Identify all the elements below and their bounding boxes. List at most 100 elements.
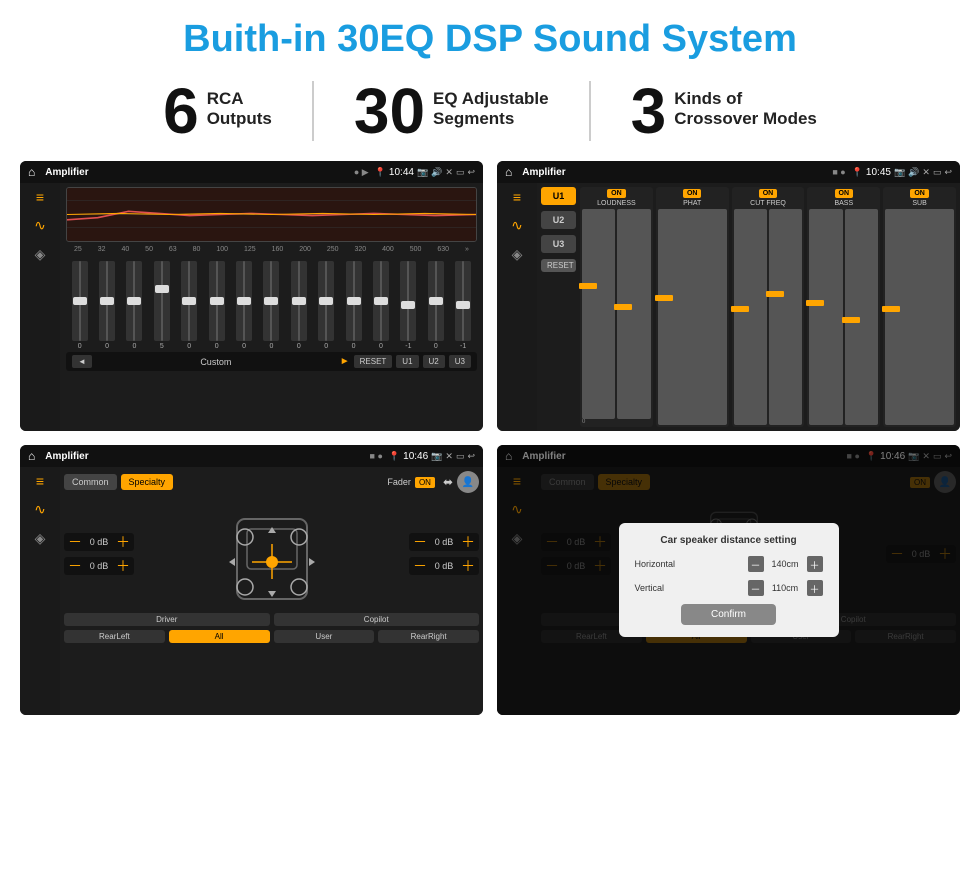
horizontal-plus-btn[interactable]: ＋ bbox=[807, 556, 823, 572]
eq-slider-5: 0 bbox=[209, 261, 225, 350]
speaker-icon-1[interactable]: ◈ bbox=[35, 246, 46, 263]
eq-icon-2[interactable]: ≡ bbox=[513, 189, 521, 205]
bass-slider-r[interactable] bbox=[845, 209, 878, 425]
tab-common-3[interactable]: Common bbox=[64, 474, 117, 490]
screen-eq: ⌂ Amplifier ● ▶ 📍 10:44 📷 🔊 ✕ ▭ ↩ ≡ ∿ ◈ bbox=[20, 161, 483, 431]
vol-fl-minus[interactable]: － bbox=[68, 535, 82, 549]
home-icon-2[interactable]: ⌂ bbox=[505, 165, 512, 179]
time-2: 10:45 bbox=[866, 167, 891, 178]
stat-eq-number: 30 bbox=[354, 79, 425, 143]
loudness-on-badge: ON bbox=[607, 189, 626, 198]
location-icon-3: 📍 bbox=[389, 451, 400, 462]
dialog-vertical-stepper: － 110cm ＋ bbox=[748, 580, 823, 596]
screen-body-3: ≡ ∿ ◈ Common Specialty Fader ON ⬌ 👤 bbox=[20, 467, 483, 715]
loudness-scale: 0 bbox=[582, 419, 585, 425]
vol-rr: － 0 dB ＋ bbox=[409, 557, 479, 575]
freq-630: 630 bbox=[437, 246, 449, 253]
amp-reset-btn[interactable]: RESET bbox=[541, 259, 576, 272]
loudness-slider-l[interactable] bbox=[582, 209, 615, 419]
app-name-2: Amplifier bbox=[522, 167, 826, 178]
wave-icon-1[interactable]: ∿ bbox=[34, 217, 46, 234]
vol-rr-plus[interactable]: ＋ bbox=[461, 559, 475, 573]
eq-u3-btn[interactable]: U3 bbox=[449, 355, 471, 368]
freq-40: 40 bbox=[121, 246, 129, 253]
fader-buttons-2: RearLeft All User RearRight bbox=[64, 630, 479, 643]
status-icons-3: 📍 10:46 📷 ✕ ▭ ↩ bbox=[389, 451, 475, 462]
vol-fr-plus[interactable]: ＋ bbox=[461, 535, 475, 549]
wave-icon-3[interactable]: ∿ bbox=[34, 501, 46, 518]
bass-slider-l[interactable] bbox=[809, 209, 842, 425]
back-icon-3[interactable]: ↩ bbox=[467, 451, 475, 462]
eq-slider-7: 0 bbox=[263, 261, 279, 350]
eq-play-btn[interactable]: ► bbox=[340, 356, 350, 367]
vol-rl-plus[interactable]: ＋ bbox=[116, 559, 130, 573]
home-icon-3[interactable]: ⌂ bbox=[28, 449, 35, 463]
eq-reset-btn[interactable]: RESET bbox=[354, 355, 393, 368]
freq-125: 125 bbox=[244, 246, 256, 253]
sub-slider[interactable] bbox=[885, 209, 954, 425]
vertical-minus-btn[interactable]: － bbox=[748, 580, 764, 596]
phat-on-badge: ON bbox=[683, 189, 702, 198]
speaker-icon-3[interactable]: ◈ bbox=[35, 530, 46, 547]
tab-specialty-3[interactable]: Specialty bbox=[121, 474, 174, 490]
freq-63: 63 bbox=[169, 246, 177, 253]
cutfreq-slider-l[interactable] bbox=[734, 209, 767, 425]
btn-all[interactable]: All bbox=[169, 630, 270, 643]
freq-320: 320 bbox=[355, 246, 367, 253]
wave-icon-2[interactable]: ∿ bbox=[511, 217, 523, 234]
dialog-vertical-label: Vertical bbox=[635, 583, 695, 593]
phat-slider[interactable] bbox=[658, 209, 727, 425]
confirm-button[interactable]: Confirm bbox=[681, 604, 776, 625]
fader-label: Fader bbox=[387, 477, 411, 487]
rect-icon-3: ▭ bbox=[456, 451, 465, 462]
vertical-plus-btn[interactable]: ＋ bbox=[807, 580, 823, 596]
fader-slider-icon[interactable]: ⬌ bbox=[443, 475, 453, 489]
eq-slider-3: 5 bbox=[154, 261, 170, 350]
dialog-box: Car speaker distance setting Horizontal … bbox=[619, 523, 839, 637]
loudness-slider-r[interactable] bbox=[617, 209, 650, 419]
freq-250: 250 bbox=[327, 246, 339, 253]
status-icons-1: 📍 10:44 📷 🔊 ✕ ▭ ↩ bbox=[375, 167, 475, 178]
speaker-controls-left: － 0 dB ＋ － 0 dB ＋ bbox=[64, 533, 134, 575]
stat-crossover-text2: Crossover Modes bbox=[674, 109, 817, 129]
eq-u1-btn[interactable]: U1 bbox=[396, 355, 418, 368]
vol-fl-plus[interactable]: ＋ bbox=[116, 535, 130, 549]
vol-rl-minus[interactable]: － bbox=[68, 559, 82, 573]
freq-more[interactable]: » bbox=[465, 246, 469, 253]
eq-u2-btn[interactable]: U2 bbox=[423, 355, 445, 368]
person-icon-3: 👤 bbox=[457, 471, 479, 493]
btn-user[interactable]: User bbox=[274, 630, 375, 643]
btn-rearleft[interactable]: RearLeft bbox=[64, 630, 165, 643]
eq-icon-1[interactable]: ≡ bbox=[36, 189, 44, 205]
location-icon-1: 📍 bbox=[375, 167, 386, 178]
stat-crossover-text1: Kinds of bbox=[674, 89, 817, 109]
amp-channels: ON LOUDNESS 0 bbox=[580, 187, 956, 427]
time-3: 10:46 bbox=[403, 451, 428, 462]
stat-eq: 30 EQ Adjustable Segments bbox=[314, 79, 589, 143]
dialog-vertical-row: Vertical － 110cm ＋ bbox=[635, 580, 823, 596]
preset-u1[interactable]: U1 bbox=[541, 187, 576, 205]
sub-on-badge: ON bbox=[910, 189, 929, 198]
vol-rr-minus[interactable]: － bbox=[413, 559, 427, 573]
home-icon-1[interactable]: ⌂ bbox=[28, 165, 35, 179]
eq-freq-labels: 25 32 40 50 63 80 100 125 160 200 250 32… bbox=[66, 246, 477, 253]
eq-prev-btn[interactable]: ◄ bbox=[72, 355, 92, 368]
bass-on-badge: ON bbox=[835, 189, 854, 198]
preset-u3[interactable]: U3 bbox=[541, 235, 576, 253]
dialog-horizontal-row: Horizontal － 140cm ＋ bbox=[635, 556, 823, 572]
back-icon-2[interactable]: ↩ bbox=[944, 167, 952, 178]
cutfreq-slider-r[interactable] bbox=[769, 209, 802, 425]
preset-u2[interactable]: U2 bbox=[541, 211, 576, 229]
phat-label: PHAT bbox=[683, 200, 701, 207]
horizontal-minus-btn[interactable]: － bbox=[748, 556, 764, 572]
speaker-icon-2[interactable]: ◈ bbox=[512, 246, 523, 263]
back-icon-1[interactable]: ↩ bbox=[467, 167, 475, 178]
sub-label: SUB bbox=[912, 200, 926, 207]
eq-slider-2: 0 bbox=[126, 261, 142, 350]
dialog-overlay: Car speaker distance setting Horizontal … bbox=[497, 445, 960, 715]
vol-fr-minus[interactable]: － bbox=[413, 535, 427, 549]
btn-rearright[interactable]: RearRight bbox=[378, 630, 479, 643]
eq-icon-3[interactable]: ≡ bbox=[36, 473, 44, 489]
status-bar-1: ⌂ Amplifier ● ▶ 📍 10:44 📷 🔊 ✕ ▭ ↩ bbox=[20, 161, 483, 183]
eq-slider-4: 0 bbox=[181, 261, 197, 350]
